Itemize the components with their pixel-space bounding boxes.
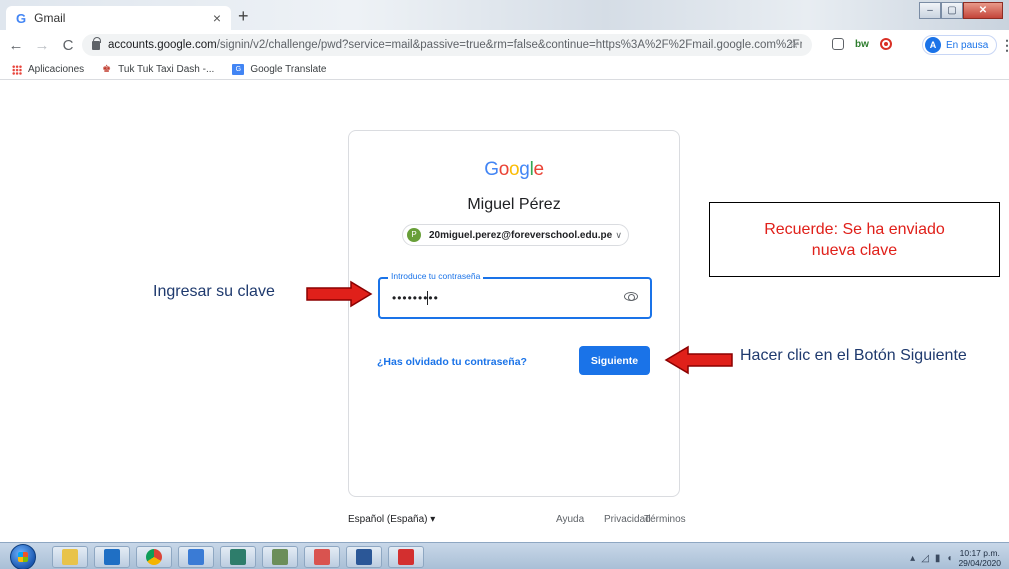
new-tab-button[interactable]: + <box>238 6 249 27</box>
bookmark-label: Aplicaciones <box>28 64 85 75</box>
chevron-down-icon: ∨ <box>615 229 622 240</box>
clock-time: 10:17 p.m. <box>959 548 1000 558</box>
taskbar-app-publisher[interactable] <box>220 546 256 568</box>
profile-status: En pausa <box>946 39 989 51</box>
show-password-eye-icon[interactable] <box>624 292 638 301</box>
system-tray: ▴ ◿ ▮ ◖ 10:17 p.m. 29/04/2020 <box>910 548 1001 568</box>
taskbar-app-recycle[interactable] <box>262 546 298 568</box>
bookmark-label: Google Translate <box>250 64 327 75</box>
text-cursor <box>427 291 428 305</box>
tuktuk-icon: ♚ <box>102 63 112 75</box>
taskbar-app-media[interactable] <box>304 546 340 568</box>
account-email: 20miguel.perez@foreverschool.edu.pe <box>429 229 613 241</box>
clock[interactable]: 10:17 p.m. 29/04/2020 <box>958 548 1001 568</box>
outlook-icon <box>104 549 120 565</box>
folder-icon <box>62 549 78 565</box>
publisher-icon <box>230 549 246 565</box>
extension-record-icon[interactable] <box>880 38 892 50</box>
taskbar-app-notes[interactable] <box>178 546 214 568</box>
forgot-password-link[interactable]: ¿Has olvidado tu contraseña? <box>377 356 527 368</box>
url-text: accounts.google.com/signin/v2/challenge/… <box>108 39 802 51</box>
tab-title: Gmail <box>34 11 66 25</box>
bookmark-apps[interactable]: Aplicaciones <box>12 64 84 75</box>
close-window-button[interactable]: ✕ <box>963 2 1003 19</box>
profile-button[interactable]: A En pausa <box>922 35 998 55</box>
notes-icon <box>188 549 204 565</box>
media-icon <box>314 549 330 565</box>
right-arrow-icon <box>306 280 373 308</box>
acrobat-icon <box>398 549 414 565</box>
tab-close-icon[interactable]: × <box>213 10 221 26</box>
chrome-icon <box>146 549 162 565</box>
bookmark-tuktuk[interactable]: ♚ Tuk Tuk Taxi Dash -... <box>102 64 214 75</box>
window-controls: – ▢ ✕ <box>919 2 1003 19</box>
bookmark-star-icon[interactable]: ☆ <box>788 36 800 52</box>
taskbar-app-acrobat[interactable] <box>388 546 424 568</box>
address-bar: ← → C accounts.google.com/signin/v2/chal… <box>0 30 1009 60</box>
account-chip[interactable]: P 20miguel.perez@foreverschool.edu.pe ∨ <box>402 224 629 246</box>
password-input[interactable] <box>380 279 615 317</box>
taskbar-app-outlook[interactable] <box>94 546 130 568</box>
language-select[interactable]: Español (España) ▾ <box>348 514 435 525</box>
signin-card: Google Miguel Pérez P 20miguel.perez@for… <box>348 130 680 497</box>
network-icon[interactable]: ◿ <box>921 553 929 564</box>
tab-strip: G Gmail × + – ▢ ✕ <box>0 0 1009 30</box>
word-icon <box>356 549 372 565</box>
apps-grid-icon <box>12 64 22 75</box>
start-button[interactable] <box>10 544 36 569</box>
reminder-note: Recuerde: Se ha enviado nueva clave <box>709 202 1000 277</box>
power-icon[interactable]: ▮ <box>935 553 941 564</box>
google-translate-icon: G <box>232 64 245 75</box>
account-avatar: P <box>407 228 421 242</box>
password-field: Introduce tu contraseña <box>378 271 652 319</box>
terms-link[interactable]: Términos <box>644 514 686 525</box>
volume-icon[interactable]: ◖ <box>946 553 952 564</box>
bookmarks-bar: Aplicaciones ♚ Tuk Tuk Taxi Dash -... G … <box>0 60 1009 80</box>
avatar: A <box>925 37 941 53</box>
next-button[interactable]: Siguiente <box>579 346 650 375</box>
google-logo: Google <box>484 159 544 180</box>
extension-bw-icon[interactable]: bw <box>855 38 869 52</box>
clock-date: 29/04/2020 <box>958 558 1001 568</box>
taskbar-app-word[interactable] <box>346 546 382 568</box>
reload-icon[interactable]: C <box>58 37 78 54</box>
click-next-annotation: Hacer clic en el Botón Siguiente <box>740 347 967 364</box>
google-favicon-icon: G <box>16 10 27 26</box>
left-arrow-icon <box>664 345 733 375</box>
reminder-text: Recuerde: Se ha enviado nueva clave <box>764 220 945 259</box>
enter-password-annotation: Ingresar su clave <box>153 283 275 300</box>
taskbar-app-explorer[interactable] <box>52 546 88 568</box>
maximize-button[interactable]: ▢ <box>941 2 963 19</box>
arrow-shape <box>664 345 733 375</box>
tab-gmail[interactable]: G Gmail × <box>6 6 231 30</box>
taskbar: ▴ ◿ ▮ ◖ 10:17 p.m. 29/04/2020 <box>0 542 1009 569</box>
tray-arrow-icon[interactable]: ▴ <box>910 553 915 564</box>
extension-square-icon[interactable] <box>832 38 844 50</box>
bookmark-google-translate[interactable]: G Google Translate <box>232 64 326 75</box>
back-arrow-icon[interactable]: ← <box>6 37 26 54</box>
minimize-button[interactable]: – <box>919 2 941 19</box>
user-name: Miguel Pérez <box>467 196 561 213</box>
recycle-icon <box>272 549 288 565</box>
forward-arrow-icon[interactable]: → <box>32 37 52 54</box>
lock-icon <box>92 36 101 50</box>
bookmark-label: Tuk Tuk Taxi Dash -... <box>118 64 215 75</box>
url-input[interactable]: accounts.google.com/signin/v2/challenge/… <box>82 34 812 56</box>
help-link[interactable]: Ayuda <box>556 514 584 525</box>
taskbar-app-chrome[interactable] <box>136 546 172 568</box>
arrow-shape <box>306 280 373 308</box>
menu-kebab-icon[interactable]: ⋮ <box>1000 37 1009 54</box>
